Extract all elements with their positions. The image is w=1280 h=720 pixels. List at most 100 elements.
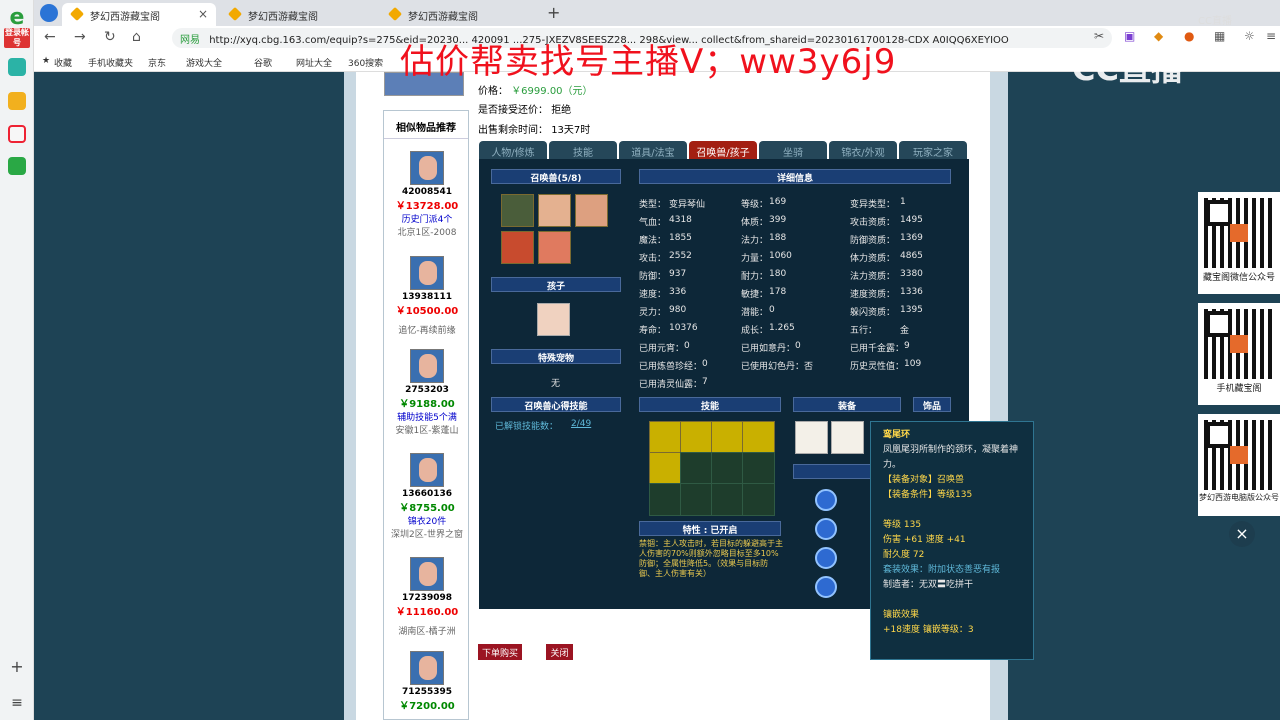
detail-value: 1369 — [900, 233, 923, 243]
bookmark-item[interactable]: 游戏大全 — [186, 56, 222, 69]
tab-2[interactable]: 梦幻西游藏宝阁 — [220, 3, 374, 26]
similar-item[interactable]: 71255395 ￥7200.00 — [384, 651, 470, 712]
bookmark-item[interactable]: 谷歌 — [254, 56, 272, 69]
similar-item-price: ￥10500.00 — [395, 306, 459, 317]
detail-key: 类型： — [639, 200, 667, 210]
pet-slot[interactable] — [501, 194, 534, 227]
equip-slot[interactable] — [831, 421, 864, 454]
detail-value: 4865 — [900, 251, 923, 261]
price-row: 价格： ￥6999.00（元） — [478, 82, 593, 97]
tab-skills[interactable]: 技能 — [549, 141, 617, 159]
empty-skill-slot — [711, 483, 744, 516]
back-icon[interactable]: ← — [44, 29, 56, 45]
skill-slot[interactable] — [649, 452, 682, 485]
bookmark-item[interactable]: 手机收藏夹 — [88, 56, 133, 69]
skill-slot[interactable] — [711, 421, 744, 454]
detail-value: 4318 — [669, 215, 692, 225]
cbg-favicon-icon — [69, 6, 85, 22]
pet-slot[interactable] — [538, 194, 571, 227]
tab-3[interactable]: 梦幻西游藏宝阁 — [380, 3, 534, 26]
similar-item[interactable]: 2753203 ￥9188.00 辅助技能5个满 安徽1区-紫蓬山 — [384, 349, 470, 436]
detail-value: 188 — [769, 233, 787, 243]
detail-key: 魔法： — [639, 236, 667, 246]
reload-icon[interactable]: ↻ — [104, 29, 116, 45]
bookmark-item[interactable]: 网址大全 — [296, 56, 332, 69]
tab-outfit[interactable]: 锦衣/外观 — [829, 141, 897, 159]
detail-key: 已用炼兽珍经： — [639, 362, 703, 372]
skill-slot[interactable] — [649, 421, 682, 454]
empty-skill-slot — [649, 483, 682, 516]
game-icon[interactable]: ● — [1184, 29, 1194, 43]
cut-icon[interactable]: ✂ — [1094, 29, 1104, 43]
inner-skill-icon[interactable] — [815, 576, 837, 598]
tab-pets[interactable]: 召唤兽/孩子 — [689, 141, 757, 159]
detail-key: 防御资质： — [850, 236, 896, 246]
tab-home[interactable]: 玩家之家 — [899, 141, 967, 159]
detail-key: 五行： — [850, 326, 878, 336]
pet-slot[interactable] — [538, 231, 571, 264]
bookmark-item[interactable]: 京东 — [148, 56, 166, 69]
tab-character[interactable]: 人物/修炼 — [479, 141, 547, 159]
star-app-icon[interactable] — [8, 92, 26, 110]
tab-close-icon[interactable]: × — [198, 7, 208, 21]
equip-slot[interactable] — [795, 421, 828, 454]
forward-icon[interactable]: → — [74, 29, 86, 45]
detail-key: 气血： — [639, 218, 667, 228]
similar-item-tag[interactable]: 锦衣20件 — [384, 514, 470, 527]
bookmark-item[interactable]: 360搜索 — [348, 56, 383, 69]
skill-slot[interactable] — [680, 421, 713, 454]
inner-skill-icon[interactable] — [815, 547, 837, 569]
close-qr-icon[interactable]: × — [1229, 521, 1255, 547]
tab-1[interactable]: 梦幻西游藏宝阁 × — [62, 3, 216, 26]
similar-item-tag[interactable]: 辅助技能5个满 — [384, 410, 470, 423]
inner-skill-icon[interactable] — [815, 518, 837, 540]
skill-slot[interactable] — [742, 421, 775, 454]
pet-slot[interactable] — [575, 194, 608, 227]
settings-icon[interactable]: ☼ — [1244, 29, 1255, 43]
grid-icon[interactable]: ▦ — [1214, 29, 1225, 43]
xinde-label: 已解锁技能数： — [495, 422, 559, 432]
extension-icon[interactable]: ▣ — [1124, 29, 1135, 43]
qr-label: 手机藏宝阁 — [1216, 384, 1262, 394]
similar-item[interactable]: 13660136 ￥8755.00 锦衣20件 深圳2区-世界之窗 — [384, 453, 470, 540]
bookmark-item[interactable]: 收藏 — [54, 56, 72, 69]
similar-item-tag[interactable]: 历史门派4个 — [384, 212, 470, 225]
similar-item-server: 安徽1区-紫蓬山 — [395, 426, 459, 436]
shield-icon[interactable]: ◆ — [1154, 29, 1163, 43]
detail-key: 已用元宵： — [639, 344, 685, 354]
tab-mount[interactable]: 坐骑 — [759, 141, 827, 159]
pet-slot[interactable] — [501, 231, 534, 264]
time-label: 出售剩余时间： — [478, 125, 548, 136]
character-avatar-icon — [410, 151, 444, 185]
detail-key: 变异类型： — [850, 200, 896, 210]
browser-logo-icon[interactable]: e 登录帐号 — [4, 6, 30, 48]
url-secure-label: 网易 — [180, 35, 200, 46]
mail-icon[interactable] — [8, 157, 26, 175]
streamer-watermark: 估价帮卖找号主播V；ww3y6j9 — [400, 42, 897, 82]
qr-card: 梦幻西游电脑版公众号 — [1198, 414, 1280, 516]
detail-key: 防御： — [639, 272, 667, 282]
equip-header: 装备 — [793, 397, 901, 412]
weibo-icon[interactable] — [8, 125, 26, 143]
tab-items[interactable]: 道具/法宝 — [619, 141, 687, 159]
similar-item[interactable]: 42008541 ￥13728.00 历史门派4个 北京1区-2008 — [384, 151, 470, 238]
more-icon[interactable]: ≡ — [1266, 29, 1276, 43]
home-icon[interactable]: ⌂ — [132, 29, 141, 45]
browser-home-icon[interactable] — [40, 4, 58, 22]
inner-skill-icon[interactable] — [815, 489, 837, 511]
plus-app-icon[interactable] — [8, 58, 26, 76]
trait-header: 特性 : 已开启 — [639, 521, 781, 536]
buy-button[interactable]: 下单购买 — [478, 644, 522, 660]
detail-value: 1060 — [769, 251, 792, 261]
similar-item-id: 42008541 — [401, 187, 453, 197]
detail-key: 寿命： — [639, 326, 667, 336]
login-label[interactable]: 登录帐号 — [4, 28, 30, 48]
similar-item[interactable]: 17239098 ￥11160.00 湖南区-橘子洲 — [384, 557, 470, 637]
new-tab-button[interactable]: + — [547, 3, 560, 22]
add-icon[interactable]: + — [8, 658, 26, 676]
close-button[interactable]: 关闭 — [546, 644, 573, 660]
menu-icon[interactable]: ≡ — [8, 694, 26, 712]
xinde-value[interactable]: 2/49 — [571, 419, 591, 429]
child-slot[interactable] — [537, 303, 570, 336]
similar-item[interactable]: 13938111 ￥10500.00 追忆-再续前缘 — [384, 256, 470, 336]
